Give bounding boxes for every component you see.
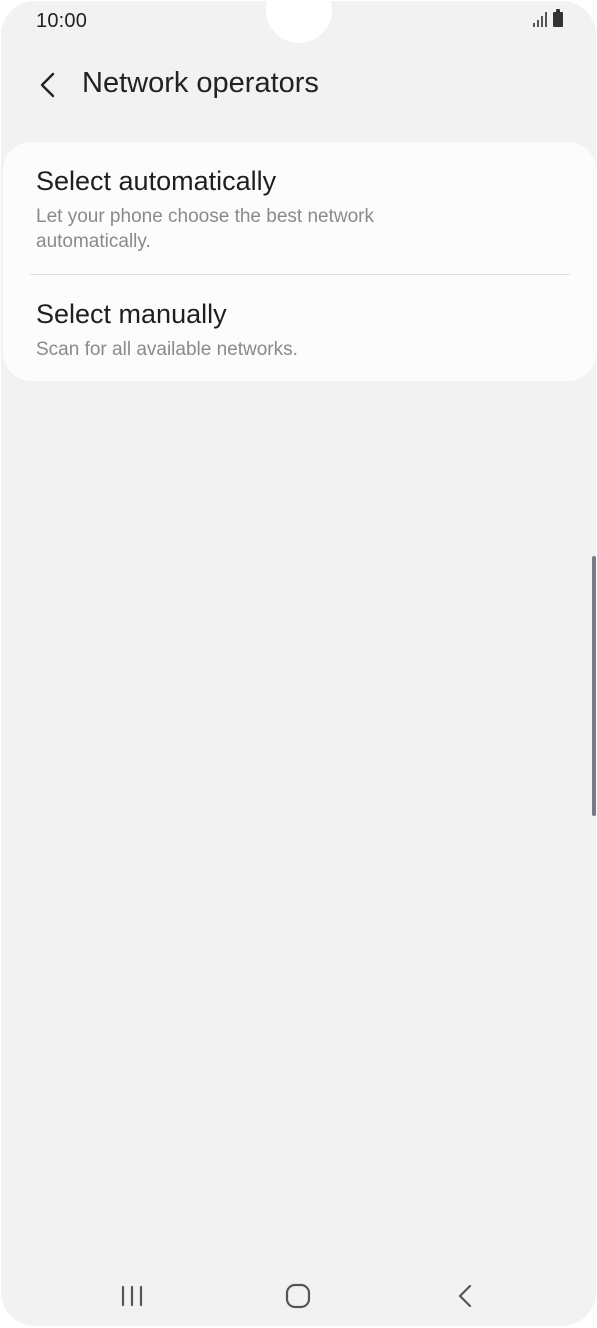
status-icons (533, 9, 563, 27)
scrollbar[interactable] (592, 556, 596, 816)
option-description: Let your phone choose the best network a… (36, 206, 375, 252)
signal-icon (533, 11, 547, 27)
status-time: 10:00 (36, 10, 88, 32)
option-title: Select manually (36, 299, 227, 329)
camera-notch (266, 1, 332, 43)
divider (30, 274, 570, 275)
recent-apps-icon (121, 1285, 143, 1307)
battery-icon (553, 9, 563, 27)
network-options-card: Select automatically Let your phone choo… (3, 142, 596, 381)
app-header: Network operators (1, 59, 596, 111)
select-automatically-option[interactable]: Select automatically Let your phone choo… (3, 142, 596, 275)
page-title: Network operators (82, 67, 319, 99)
select-manually-option[interactable]: Select manually Scan for all available n… (3, 276, 596, 381)
back-icon (458, 1284, 472, 1308)
navigation-bar (1, 1263, 596, 1323)
option-description: Scan for all available networks. (36, 339, 298, 360)
home-icon (285, 1283, 311, 1309)
recent-apps-button[interactable] (102, 1271, 162, 1321)
phone-screen: 10:00 Network operators Select automatic… (1, 1, 596, 1326)
home-button[interactable] (268, 1271, 328, 1321)
chevron-left-icon (40, 72, 55, 98)
back-button[interactable] (29, 65, 65, 105)
nav-back-button[interactable] (435, 1271, 495, 1321)
option-title: Select automatically (36, 166, 277, 196)
